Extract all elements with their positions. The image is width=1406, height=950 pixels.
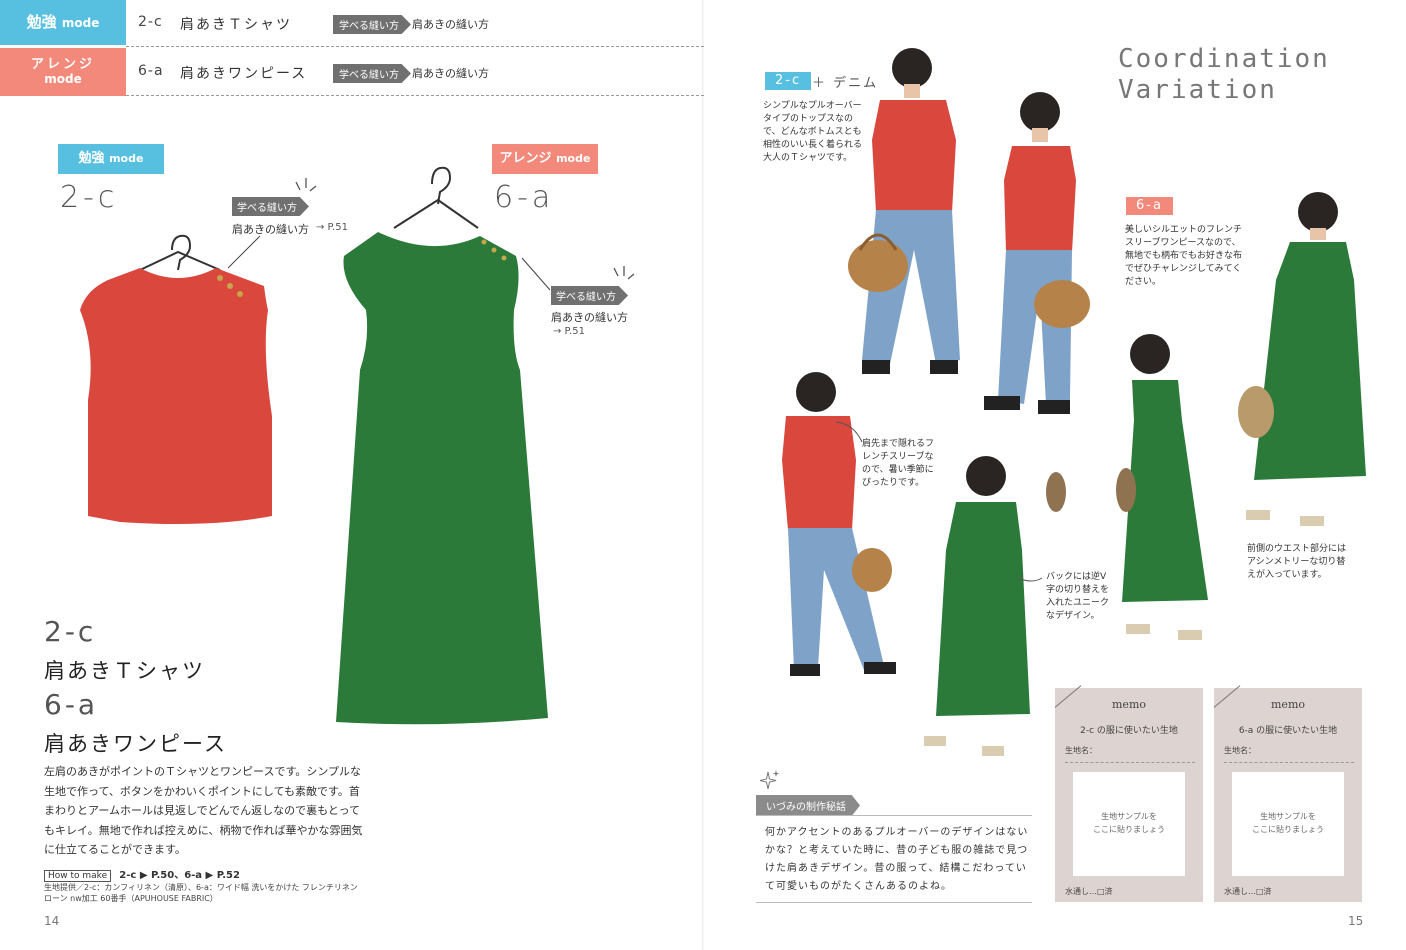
desc-title-2: 肩あきワンピース: [44, 732, 227, 756]
memo-subtitle: 2-c の服に使いたい生地: [1080, 726, 1178, 736]
story-body: 何かアクセントのあるプルオーバーのデザインはないかな？と考えていた時に、昔の子ど…: [765, 827, 1029, 892]
memo-subtitle: 6-a の服に使いたい生地: [1238, 726, 1338, 736]
header-badge-1: 学べる縫い方: [333, 15, 411, 34]
green-dress-photo: [336, 232, 548, 725]
sparkle-icon: [760, 770, 780, 790]
desc-title-1: 肩あきＴシャツ: [44, 659, 205, 683]
header-divider-2: [126, 95, 704, 96]
model-photo-front-red: [848, 48, 960, 374]
red-tshirt-photo: [80, 268, 272, 524]
hanger-icon-study: [139, 234, 221, 271]
header-title-1: 肩あきＴシャツ: [180, 17, 292, 33]
header-title-2: 肩あきワンピース: [180, 66, 308, 82]
memo-card-2c: memo 2-c の服に使いたい生地 生地名： 生地サンプルを ここに貼りましょ…: [1054, 685, 1203, 902]
desc-code-2: 6-a: [44, 688, 99, 721]
memo-wash-check: 水通し…□済: [1065, 887, 1113, 896]
model-photos: [782, 48, 1366, 756]
memo-fabric-name-line: [1065, 762, 1195, 763]
memo-swatch-text: 生地サンプルを ここに貼りましょう: [1252, 812, 1324, 834]
model-photo-side-red: [984, 92, 1090, 414]
leader-line-study: [227, 235, 261, 269]
header-link-1: 肩あきの縫い方: [412, 18, 489, 31]
how-to-make-refs: 2-c ▶ P.50、6-a ▶ P.52: [119, 870, 240, 881]
model-photo-front-green: [1238, 192, 1366, 526]
memo-title: memo: [1271, 698, 1305, 711]
memo-swatch-area: 生地サンプルを ここに貼りましょう: [1073, 772, 1185, 876]
memo-swatch-text: 生地サンプルを ここに貼りましょう: [1093, 812, 1165, 834]
memo-wash-check: 水通し…□済: [1224, 887, 1272, 896]
tab-study-label: 勉強: [26, 13, 57, 31]
model-photo-side-green: [1116, 334, 1208, 640]
tab-arrange-label: アレンジ: [30, 57, 95, 72]
leader-line-arrange: [521, 257, 551, 291]
fabric-credit: 生地提供／2-c：カンフィリネン（清原）、6-a：ワイド幅 洗いをかけた フレン…: [44, 883, 358, 903]
memo-card-6a: memo 6-a の服に使いたい生地 生地名： 生地サンプルを ここに貼りましょ…: [1213, 685, 1362, 902]
tab-arrange-mode: アレンジ mode: [0, 48, 126, 96]
tab-study-mode: 勉強 mode: [0, 0, 126, 45]
story-divider-bottom: [756, 902, 1032, 903]
model-photo-back-red: [782, 372, 896, 676]
how-to-make: How to make 2-c ▶ P.50、6-a ▶ P.52: [44, 866, 240, 882]
how-to-make-label: How to make: [44, 870, 112, 882]
hanger-icon-arrange: [393, 166, 479, 229]
tab-arrange-sublabel: mode: [44, 72, 82, 86]
memo-fabric-name-label: 生地名：: [1224, 746, 1256, 755]
header-divider-1: [126, 46, 704, 47]
page-number-right: 15: [1348, 914, 1364, 928]
desc-code-1: 2-c: [44, 615, 97, 648]
page-number-left: 14: [44, 914, 60, 928]
story-divider-top: [756, 815, 1032, 816]
desc-body: 左肩のあきがポイントのＴシャツとワンピースです。シンプルな生地で作って、ボタンを…: [44, 765, 363, 856]
spread-fold: [702, 0, 704, 950]
header-link-2: 肩あきの縫い方: [412, 67, 489, 80]
tab-study-sublabel: mode: [61, 16, 100, 30]
header-code-2: 6-a: [138, 63, 164, 79]
model-photo-back-green: [924, 456, 1066, 756]
memo-fabric-name-label: 生地名：: [1065, 746, 1097, 755]
header-code-1: 2-c: [138, 14, 163, 30]
memo-fabric-name-line: [1224, 762, 1354, 763]
story-tag: いづみの制作秘話: [756, 795, 860, 816]
memo-swatch-area: 生地サンプルを ここに貼りましょう: [1232, 772, 1344, 876]
garment-photos: [80, 166, 635, 725]
header-badge-2: 学べる縫い方: [333, 64, 411, 83]
memo-title: memo: [1112, 698, 1146, 711]
